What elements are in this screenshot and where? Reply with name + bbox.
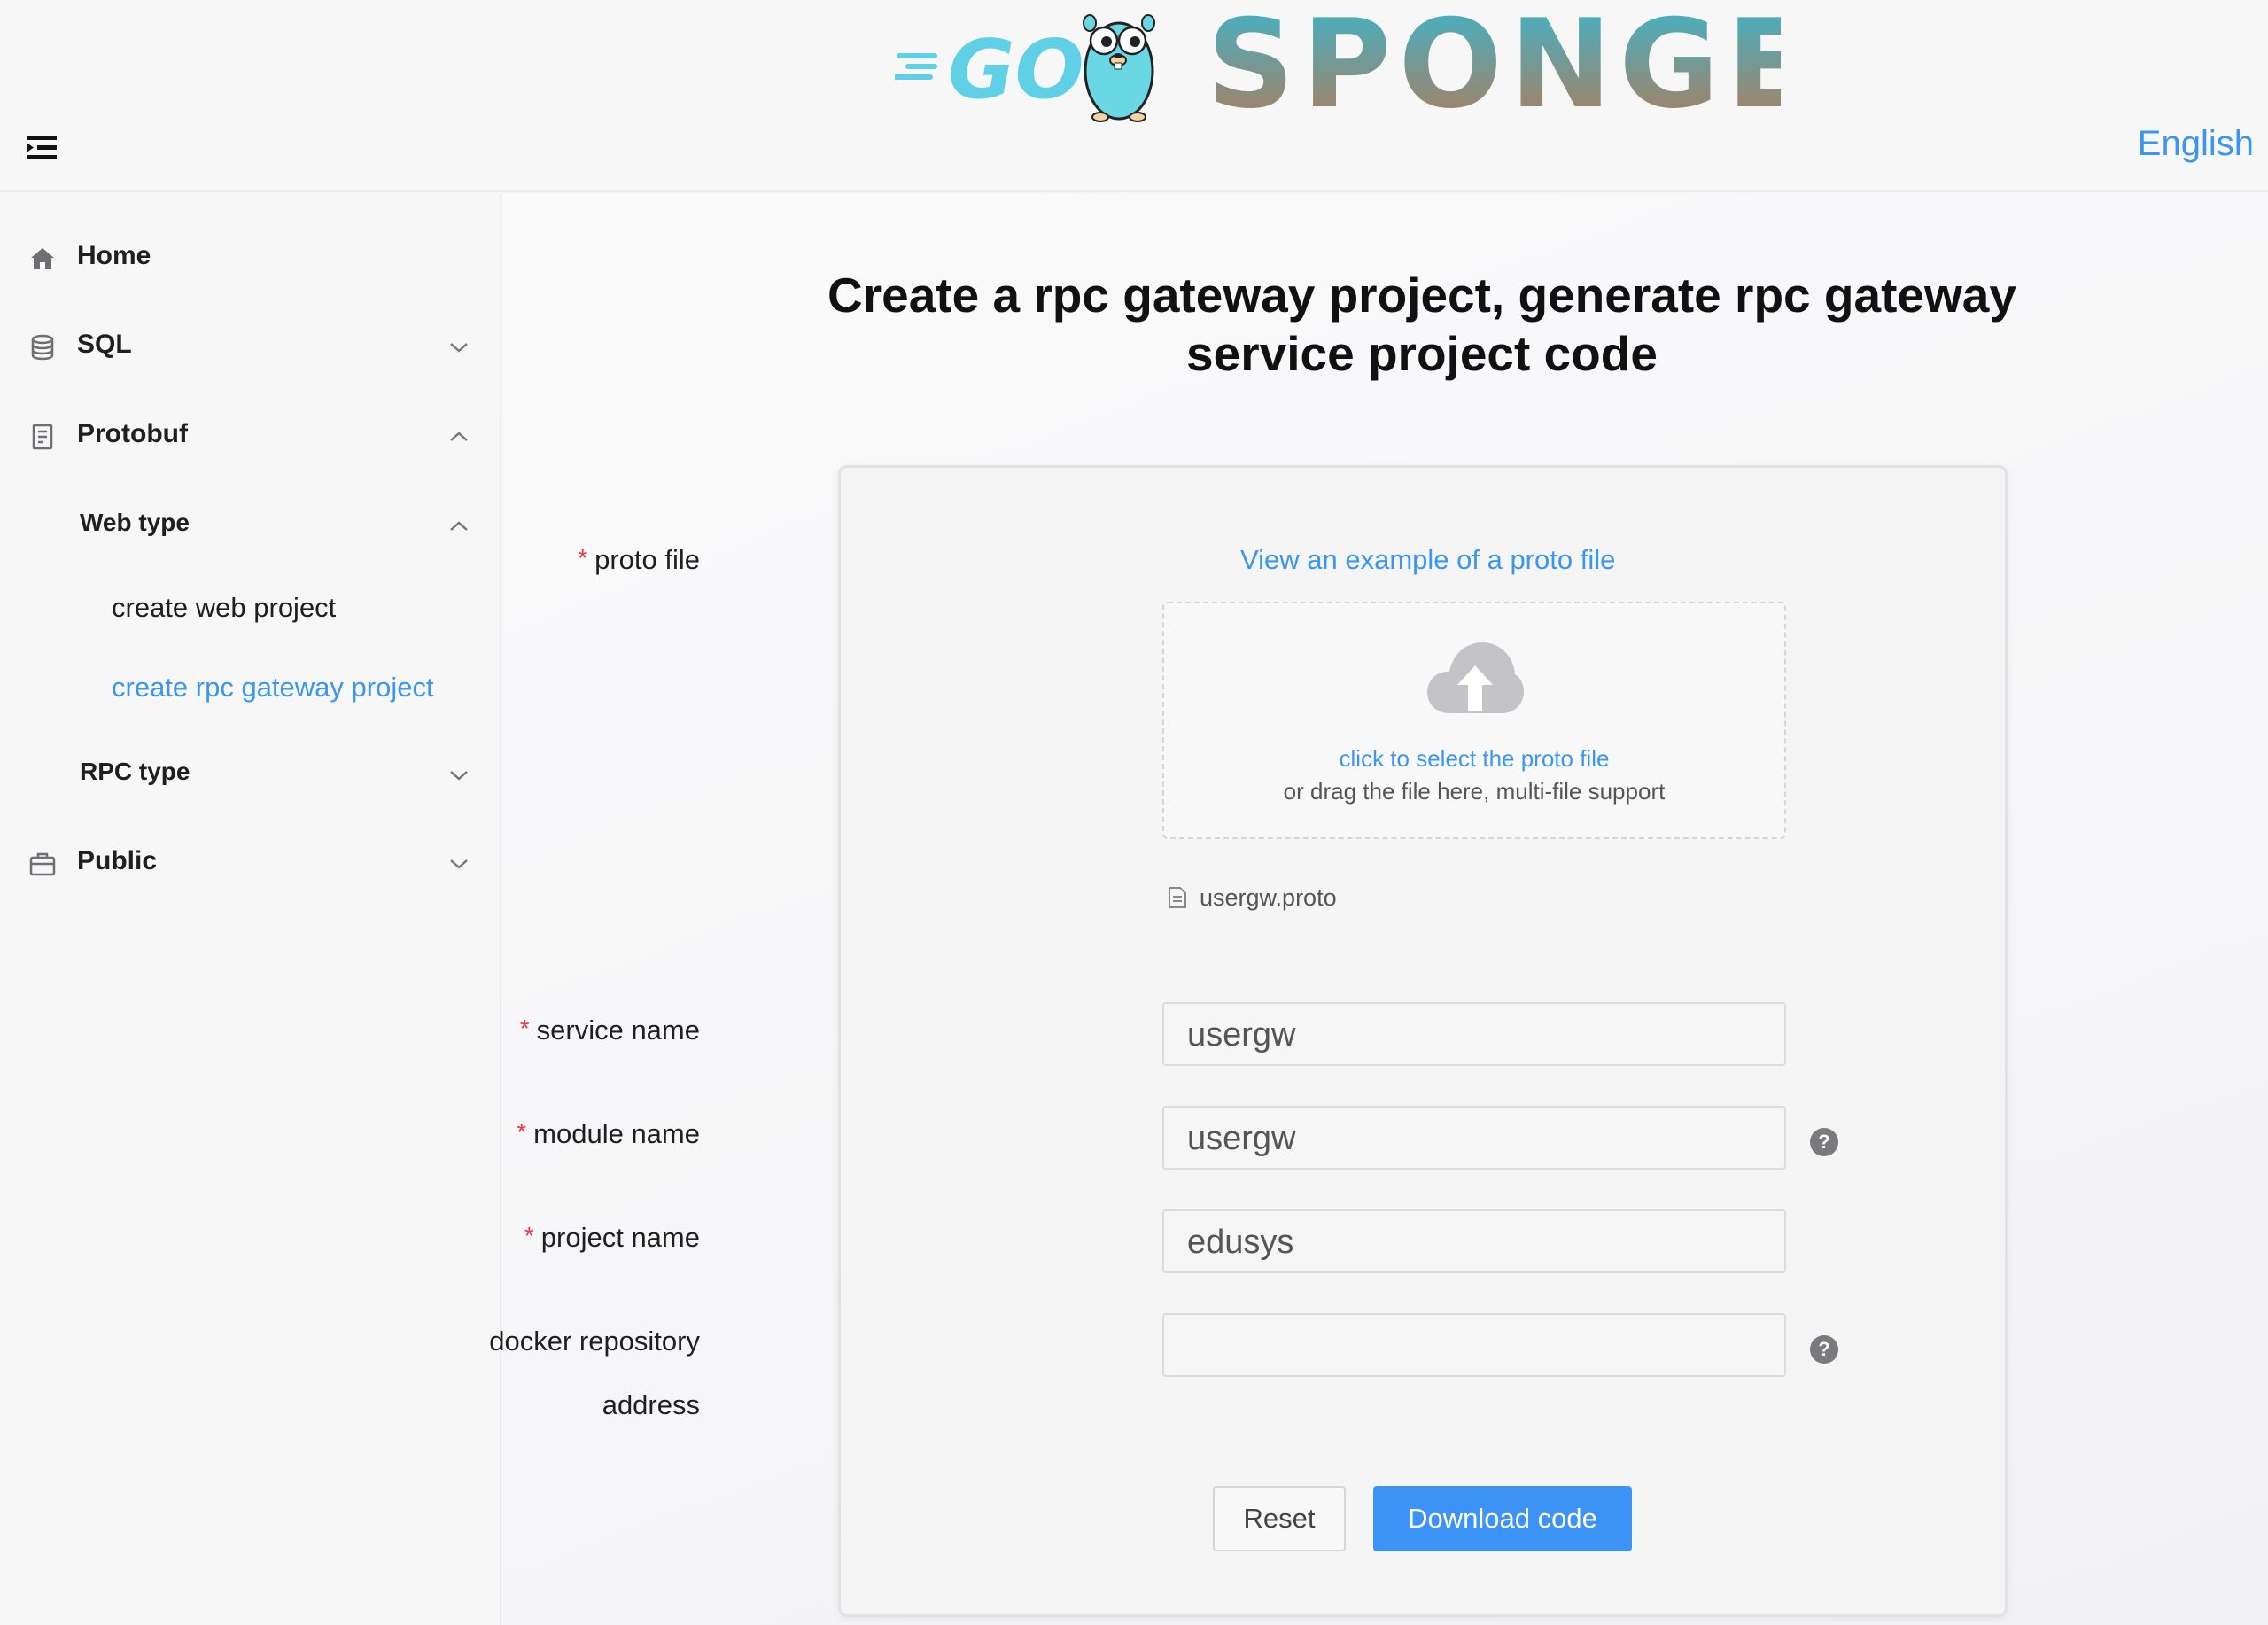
service-name-input[interactable]: usergw xyxy=(1162,1002,1786,1066)
proto-file-label: * proto file xyxy=(578,544,700,575)
reset-button[interactable]: Reset xyxy=(1213,1486,1346,1551)
sidebar-item-label: SQL xyxy=(77,330,132,359)
file-text-icon xyxy=(32,424,53,450)
download-code-button[interactable]: Download code xyxy=(1373,1486,1632,1551)
help-icon[interactable]: ? xyxy=(1810,1128,1838,1156)
chevron-down-icon xyxy=(450,771,468,781)
sidebar-item-label: Protobuf xyxy=(77,419,188,448)
uploaded-file-item[interactable]: usergw.proto xyxy=(1168,884,1337,916)
sidebar-item-create-web-project[interactable]: create web project xyxy=(0,574,500,645)
chevron-down-icon xyxy=(450,343,468,353)
required-mark: * xyxy=(524,1222,534,1249)
language-switch[interactable]: English xyxy=(2138,124,2254,164)
docker-repo-label: docker repository xyxy=(489,1326,700,1357)
cloud-upload-icon xyxy=(1427,642,1524,713)
sidebar: Home SQL Protobuf Web type create web pr… xyxy=(0,194,501,1625)
sidebar-item-create-rpc-gateway-project[interactable]: create rpc gateway project xyxy=(0,654,500,725)
briefcase-icon xyxy=(29,852,56,876)
upload-drag-text: or drag the file here, multi-file suppor… xyxy=(1283,778,1666,805)
proto-example-link[interactable]: View an example of a proto file xyxy=(1240,544,1615,576)
project-name-label: * project name xyxy=(524,1222,700,1253)
docker-repo-label-line2: address xyxy=(602,1389,700,1420)
uploaded-file-name: usergw.proto xyxy=(1200,884,1337,911)
sidebar-item-label: Public xyxy=(77,846,158,875)
chevron-down-icon xyxy=(450,859,468,869)
sidebar-item-label: Home xyxy=(77,241,151,270)
sidebar-item-home[interactable]: Home xyxy=(0,223,500,294)
required-mark: * xyxy=(519,1015,530,1042)
database-icon xyxy=(31,334,54,361)
sidebar-item-sql[interactable]: SQL xyxy=(0,312,500,383)
chevron-up-icon xyxy=(450,521,468,531)
menu-fold-icon[interactable] xyxy=(25,133,60,163)
service-name-label: * service name xyxy=(519,1015,700,1046)
required-mark: * xyxy=(578,544,588,571)
proto-upload-dropzone[interactable]: click to select the proto file or drag t… xyxy=(1162,602,1786,839)
sidebar-item-label: create web project xyxy=(112,592,337,623)
sidebar-item-label: RPC type xyxy=(80,758,190,785)
go-sponge-logo: GO SPONGE xyxy=(895,7,1781,126)
project-name-input[interactable]: edusys xyxy=(1162,1209,1786,1273)
module-name-label: * module name xyxy=(517,1118,700,1149)
help-icon[interactable]: ? xyxy=(1810,1335,1838,1364)
chevron-up-icon xyxy=(450,432,468,441)
page-title: Create a rpc gateway project, generate r… xyxy=(827,268,2016,381)
docker-repo-input[interactable] xyxy=(1162,1313,1786,1377)
sidebar-item-label: create rpc gateway project xyxy=(112,672,434,703)
top-header: GO SPONGE English xyxy=(0,0,2268,192)
module-name-input[interactable]: usergw xyxy=(1162,1106,1786,1170)
app-root: GO SPONGE English Home SQL Protobuf Web … xyxy=(0,0,2268,1625)
sidebar-item-public[interactable]: Public xyxy=(0,828,500,899)
home-icon xyxy=(31,248,54,269)
sidebar-item-rpc-type[interactable]: RPC type xyxy=(0,740,500,811)
svg-text:SPONGE: SPONGE xyxy=(1207,7,1781,126)
required-mark: * xyxy=(517,1118,527,1146)
sidebar-item-protobuf[interactable]: Protobuf xyxy=(0,401,500,472)
sidebar-item-label: Web type xyxy=(80,509,190,536)
svg-text:GO: GO xyxy=(948,22,1084,117)
upload-click-text: click to select the proto file xyxy=(1339,745,1610,772)
sidebar-item-web-type[interactable]: Web type xyxy=(0,491,500,562)
file-icon xyxy=(1169,887,1186,908)
